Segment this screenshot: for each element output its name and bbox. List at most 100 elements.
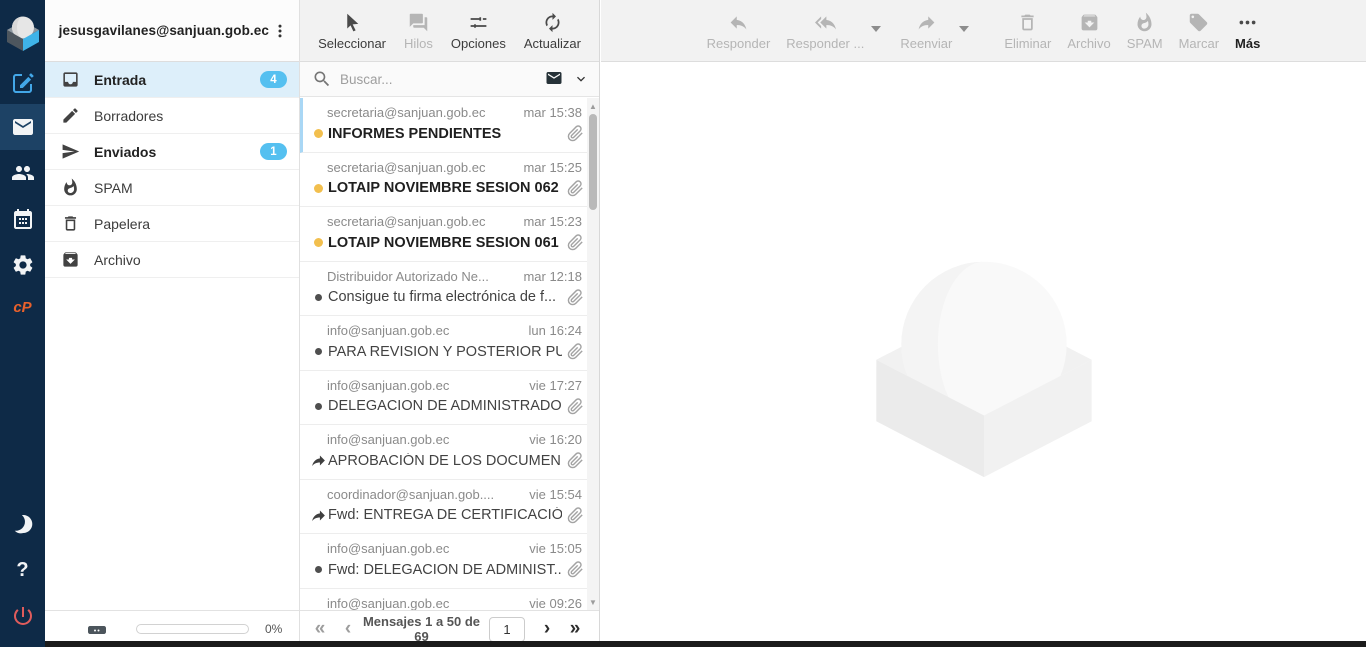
compose-button[interactable]: [0, 62, 45, 104]
app-logo: [0, 0, 45, 62]
message-list-item[interactable]: secretaria@sanjuan.gob.ec mar 15:38 INFO…: [300, 98, 588, 153]
message-subject-row: LOTAIP NOVIEMBRE SESION 062: [300, 175, 588, 197]
message-status: [308, 403, 328, 410]
attachment-icon: [562, 289, 584, 306]
message-status: [308, 452, 328, 469]
reply-all-dropdown-caret[interactable]: [868, 9, 884, 49]
search-bar: [300, 62, 599, 97]
message-subject-row: DELEGACION DE ADMINISTRADO...: [300, 393, 588, 415]
message-meta-row: info@sanjuan.gob.ec vie 16:20: [300, 425, 588, 447]
message-subject-row: Consigue tu firma electrónica de f...: [300, 284, 588, 306]
last-page-button[interactable]: »: [561, 615, 589, 643]
archive-button[interactable]: Archivo: [1063, 7, 1114, 55]
message-meta-row: info@sanjuan.gob.ec vie 17:27: [300, 371, 588, 393]
message-list-item[interactable]: info@sanjuan.gob.ec vie 15:05 Fwd: DELEG…: [300, 534, 588, 589]
logo-watermark-icon: [859, 229, 1109, 479]
forward-dropdown-caret[interactable]: [956, 9, 972, 49]
sidebar-item-borradores[interactable]: Borradores: [45, 98, 299, 134]
logout-power-icon: [11, 604, 35, 628]
contacts-nav-button[interactable]: [0, 150, 45, 196]
scrollbar-thumb[interactable]: [589, 114, 597, 210]
message-list-item[interactable]: secretaria@sanjuan.gob.ec mar 15:23 LOTA…: [300, 207, 588, 262]
account-menu-button[interactable]: [269, 18, 291, 44]
message-subject: LOTAIP NOVIEMBRE SESION 062: [328, 180, 562, 196]
scrollbar-up-arrow[interactable]: ▲: [587, 100, 599, 112]
trash-icon: [59, 213, 81, 235]
reply-button[interactable]: Responder: [703, 7, 775, 55]
forward-button[interactable]: Reenviar: [896, 7, 956, 55]
search-scope-mail-icon[interactable]: [543, 69, 567, 89]
account-header: jesusgavilanes@sanjuan.gob.ec: [45, 0, 299, 62]
folder-label: Archivo: [94, 252, 287, 268]
caret-down-icon: [871, 26, 881, 32]
next-page-button[interactable]: ›: [533, 615, 561, 643]
message-list-item[interactable]: Distribuidor Autorizado Ne... mar 12:18 …: [300, 262, 588, 317]
reply-all-button[interactable]: Responder ...: [782, 7, 868, 55]
archive-label: Archivo: [1067, 36, 1110, 51]
kebab-menu-icon: [271, 22, 289, 40]
message-list-item[interactable]: info@sanjuan.gob.ec vie 17:27 DELEGACION…: [300, 371, 588, 426]
page-number-input[interactable]: [489, 617, 525, 642]
paper-plane-icon: [59, 141, 81, 163]
more-button[interactable]: Más: [1231, 7, 1264, 55]
search-dropdown-chevron-icon[interactable]: [573, 71, 589, 87]
help-button[interactable]: ?: [0, 547, 45, 593]
logo-cube-sphere-icon: [5, 10, 41, 52]
first-page-button[interactable]: «: [306, 615, 334, 643]
message-sender: secretaria@sanjuan.gob.ec: [327, 160, 515, 175]
unread-dot-icon: [315, 566, 322, 573]
empty-state-watermark: [859, 229, 1109, 479]
folder-label: Borradores: [94, 108, 287, 124]
message-subject-row: INFORMES PENDIENTES: [303, 120, 588, 142]
message-date: mar 15:38: [523, 105, 582, 120]
reply-icon: [728, 11, 749, 33]
message-list-item[interactable]: info@sanjuan.gob.ec vie 09:26: [300, 589, 588, 611]
refresh-button[interactable]: Actualizar: [520, 7, 585, 55]
threads-button[interactable]: Hilos: [400, 7, 437, 55]
list-scrollbar[interactable]: ▲ ▼: [587, 98, 599, 610]
attachment-icon: [562, 398, 584, 415]
spam-button[interactable]: SPAM: [1123, 7, 1167, 55]
message-meta-row: secretaria@sanjuan.gob.ec mar 15:25: [300, 153, 588, 175]
flag-button[interactable]: Marcar: [1175, 7, 1223, 55]
message-list-item[interactable]: info@sanjuan.gob.ec lun 16:24 PARA REVIS…: [300, 316, 588, 371]
prev-page-button[interactable]: ‹: [334, 615, 362, 643]
compose-icon: [11, 71, 35, 95]
sidebar-item-papelera[interactable]: Papelera: [45, 206, 299, 242]
sidebar-item-archivo[interactable]: Archivo: [45, 242, 299, 278]
select-button[interactable]: Seleccionar: [314, 7, 390, 55]
message-sender: info@sanjuan.gob.ec: [327, 541, 521, 556]
search-input[interactable]: [340, 72, 539, 87]
account-email: jesusgavilanes@sanjuan.gob.ec: [59, 23, 269, 38]
delete-button[interactable]: Eliminar: [1000, 7, 1055, 55]
mail-nav-button[interactable]: [0, 104, 45, 150]
message-list-item[interactable]: secretaria@sanjuan.gob.ec mar 15:25 LOTA…: [300, 153, 588, 208]
sidebar-item-spam[interactable]: SPAM: [45, 170, 299, 206]
caret-down-icon: [959, 26, 969, 32]
settings-nav-button[interactable]: [0, 242, 45, 288]
cpanel-button[interactable]: cP: [0, 288, 45, 326]
message-date: vie 15:05: [529, 541, 582, 556]
unread-dot-icon: [314, 184, 323, 193]
sidebar-item-enviados[interactable]: Enviados 1: [45, 134, 299, 170]
message-subject-row: PARA REVISION Y POSTERIOR PU...: [300, 338, 588, 360]
message-list-item[interactable]: coordinador@sanjuan.gob.... vie 15:54 Fw…: [300, 480, 588, 535]
message-list-pane: Seleccionar Hilos Opciones Actualizar se: [300, 0, 600, 647]
attachment-icon: [562, 234, 584, 251]
message-meta-row: coordinador@sanjuan.gob.... vie 15:54: [300, 480, 588, 502]
unread-dot-icon: [314, 238, 323, 247]
storage-quota-bar: [136, 624, 249, 634]
calendar-nav-button[interactable]: [0, 196, 45, 242]
reply-label: Responder: [707, 36, 771, 51]
options-button[interactable]: Opciones: [447, 7, 510, 55]
sidebar-item-entrada[interactable]: Entrada 4: [45, 62, 299, 98]
message-subject: Consigue tu firma electrónica de f...: [328, 289, 562, 305]
flame-icon: [59, 177, 81, 199]
message-status: [308, 294, 328, 301]
dark-mode-button[interactable]: [0, 501, 45, 547]
logout-button[interactable]: [0, 593, 45, 639]
message-list-item[interactable]: info@sanjuan.gob.ec vie 16:20 APROBACIÓN…: [300, 425, 588, 480]
search-icon: [312, 69, 332, 89]
scrollbar-down-arrow[interactable]: ▼: [587, 596, 599, 608]
message-subject-row: LOTAIP NOVIEMBRE SESION 061: [300, 229, 588, 251]
